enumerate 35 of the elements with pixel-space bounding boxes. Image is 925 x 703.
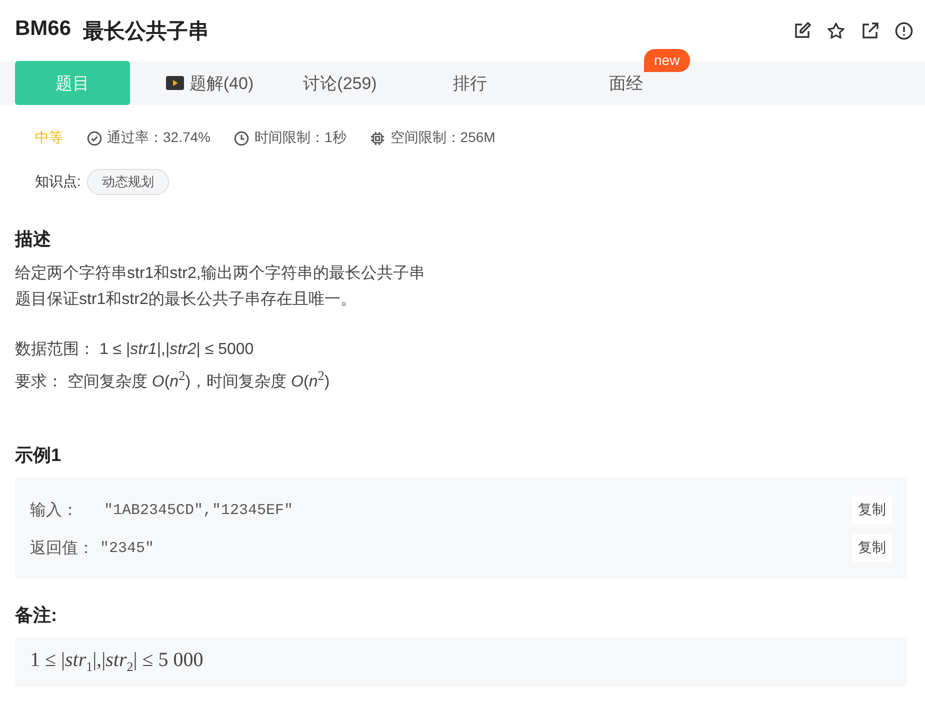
video-icon — [166, 76, 184, 90]
external-link-icon[interactable] — [861, 22, 879, 40]
chip-icon — [370, 130, 386, 146]
topic-tag[interactable]: 动态规划 — [86, 169, 169, 195]
section-heading: 示例1 — [15, 444, 62, 468]
space-limit: 空间限制：256M — [390, 129, 496, 147]
description-text: 给定两个字符串str1和str2,输出两个字符串的最长公共子串 — [15, 264, 426, 284]
clock-icon — [234, 130, 250, 146]
description-text: 题目保证str1和str2的最长公共子串存在且唯一。 — [15, 290, 358, 310]
tab[interactable]: 讨论(259) — [275, 61, 405, 105]
section-heading: 备注: — [15, 604, 58, 628]
section-heading: 描述 — [15, 228, 52, 251]
difficulty-label: 中等 — [35, 129, 63, 147]
time-limit: 时间限制：1秒 — [254, 129, 346, 147]
edit-icon[interactable] — [793, 22, 811, 40]
tab[interactable]: 题解(40) — [145, 61, 275, 105]
copy-button[interactable]: 复制 — [852, 496, 892, 524]
note-text: 1 ≤ |str$_{1}$|,|str$_{2}$| ≤ 5 000 — [15, 637, 907, 688]
problem-title: 最长公共子串 — [83, 18, 210, 44]
example-label: 输入： — [30, 500, 78, 521]
problem-code: BM66 — [15, 16, 72, 42]
report-icon[interactable] — [895, 22, 913, 40]
check-circle-icon — [87, 130, 102, 146]
description-text: 要求： 空间复杂度 O(n$^{2}$)，时间复杂度 O(n$^{2}$) — [15, 367, 331, 392]
copy-button[interactable]: 复制 — [852, 534, 892, 562]
example-value: "1AB2345CD","12345EF" — [104, 502, 294, 519]
example-value: "2345" — [100, 540, 154, 557]
tab[interactable]: 面经 — [535, 61, 643, 105]
tab[interactable]: 排行 — [405, 61, 535, 105]
pass-rate: 通过率：32.74% — [107, 129, 210, 147]
description-text: 数据范围： 1 ≤ |str1|,|str2| ≤ 5000 — [15, 340, 255, 360]
new-badge: new — [644, 49, 690, 72]
star-icon[interactable] — [827, 22, 845, 40]
knowledge-label: 知识点: — [35, 173, 81, 191]
example-label: 返回值： — [30, 538, 94, 559]
